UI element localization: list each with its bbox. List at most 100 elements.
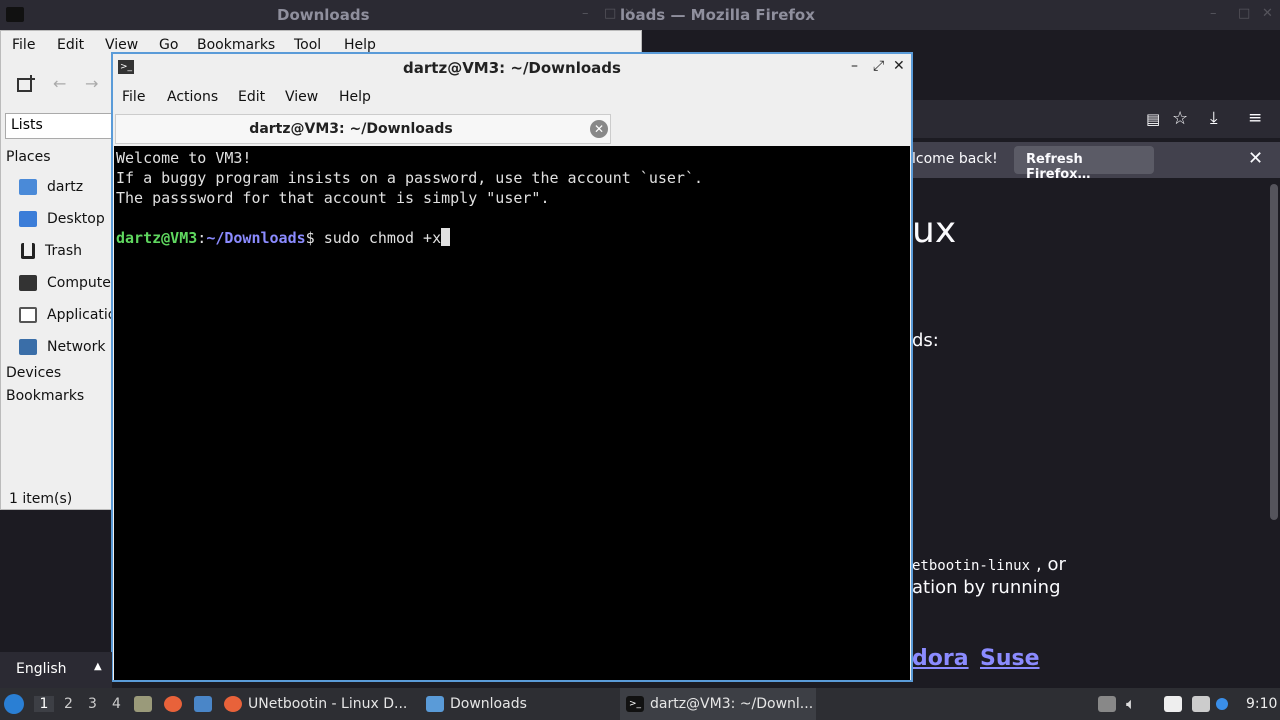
menu-help[interactable]: Help xyxy=(339,89,371,105)
page-content: ux ds: etbootin-linux , or ation by runn… xyxy=(912,180,1272,688)
tab-label: dartz@VM3: ~/Downloads xyxy=(249,121,453,137)
menu-edit[interactable]: Edit xyxy=(238,89,265,105)
menu-go[interactable]: Go xyxy=(159,37,178,53)
desktop-icon xyxy=(19,211,37,227)
link-fedora[interactable]: dora xyxy=(912,646,969,671)
status-bar: 1 item(s) xyxy=(9,491,73,507)
devices-heading[interactable]: Devices xyxy=(6,365,61,381)
notification-bar: lcome back! Refresh Firefox… ✕ xyxy=(912,142,1280,182)
file-manager-icon xyxy=(134,696,152,712)
lists-selector[interactable]: Lists xyxy=(5,113,113,139)
desktop-icon xyxy=(194,696,212,712)
menu-help[interactable]: Help xyxy=(344,37,376,53)
firefox-window: ▤ ☆ ⤓ ≡ lcome back! Refresh Firefox… ✕ u… xyxy=(912,100,1280,688)
volume-icon: 🔈︎ xyxy=(1126,694,1136,713)
firefox-title: loads — Mozilla Firefox xyxy=(620,6,815,24)
start-menu-icon xyxy=(4,694,24,714)
page-text: , or xyxy=(1036,554,1066,575)
menu-bookmarks[interactable]: Bookmarks xyxy=(197,37,275,53)
workspace-3[interactable]: 3 xyxy=(88,696,97,712)
close-icon[interactable]: ✕ xyxy=(1262,6,1273,21)
tray-network[interactable] xyxy=(1192,688,1216,720)
firefox-icon xyxy=(164,696,182,712)
sidebar-item-trash[interactable]: Trash xyxy=(19,239,113,263)
minimize-icon[interactable]: – xyxy=(851,58,858,74)
sidebar-item-desktop[interactable]: Desktop xyxy=(19,207,113,231)
language-indicator[interactable]: English ▲ xyxy=(0,652,112,688)
workspace-4[interactable]: 4 xyxy=(112,696,121,712)
folder-icon xyxy=(6,7,24,22)
minimize-icon[interactable]: – xyxy=(582,6,589,21)
menu-view[interactable]: View xyxy=(285,89,318,105)
prompt-line: dartz@VM3:~/Downloads$ sudo chmod +x xyxy=(116,228,908,248)
home-icon xyxy=(19,179,37,195)
sidebar-item-applications[interactable]: Applicatio xyxy=(19,303,113,327)
page-heading: ux xyxy=(912,210,957,251)
terminal-line: If a buggy program insists on a password… xyxy=(116,169,703,187)
top-window-bar: Downloads – □ ✕ loads — Mozilla Firefox … xyxy=(0,0,1280,30)
clock[interactable]: 9:10 xyxy=(1246,696,1277,712)
maximize-icon[interactable]: ⤢ xyxy=(873,58,884,74)
scrollbar[interactable] xyxy=(1270,184,1278,520)
prompt-dollar: $ xyxy=(305,229,324,247)
terminal-output[interactable]: Welcome to VM3! If a buggy program insist… xyxy=(114,146,910,680)
maximize-icon[interactable]: □ xyxy=(1238,6,1250,21)
terminal-line: Welcome to VM3! xyxy=(116,149,252,167)
reader-view-icon[interactable]: ▤ xyxy=(1146,110,1160,128)
forward-icon[interactable]: → xyxy=(85,74,98,93)
trash-icon xyxy=(21,243,35,259)
menu-file[interactable]: File xyxy=(12,37,35,53)
quicklaunch-files[interactable] xyxy=(134,688,158,720)
sidebar-item-computer[interactable]: Compute xyxy=(19,271,113,295)
terminal-menubar: File Actions Edit View Help xyxy=(113,86,911,110)
menu-view[interactable]: View xyxy=(105,37,138,53)
network-icon xyxy=(1192,696,1210,712)
prompt-path: ~/Downloads xyxy=(206,229,306,247)
new-tab-icon[interactable] xyxy=(17,75,35,93)
back-icon[interactable]: ← xyxy=(53,74,66,93)
sidebar-item-dartz[interactable]: dartz xyxy=(19,175,113,199)
workspace-2[interactable]: 2 xyxy=(64,696,73,712)
menu-actions[interactable]: Actions xyxy=(167,89,218,105)
refresh-firefox-button[interactable]: Refresh Firefox… xyxy=(1014,146,1154,182)
bookmark-star-icon[interactable]: ☆ xyxy=(1172,108,1188,129)
sidebar-item-network[interactable]: Network xyxy=(19,335,113,359)
applications-icon xyxy=(19,307,37,323)
menu-edit[interactable]: Edit xyxy=(57,37,84,53)
start-menu-button[interactable] xyxy=(4,688,30,720)
terminal-tab[interactable]: dartz@VM3: ~/Downloads ✕ xyxy=(115,114,611,144)
tray-volume[interactable]: 🔈︎ xyxy=(1126,688,1136,720)
terminal-titlebar[interactable]: >_ dartz@VM3: ~/Downloads – ⤢ ✕ xyxy=(113,54,911,82)
close-tab-icon[interactable]: ✕ xyxy=(590,120,608,138)
quicklaunch-firefox[interactable] xyxy=(164,688,188,720)
menu-file[interactable]: File xyxy=(122,89,145,105)
terminal-line: The passsword for that account is simply… xyxy=(116,189,550,207)
notification-icon xyxy=(1216,698,1228,710)
task-downloads[interactable]: Downloads xyxy=(426,688,616,720)
menu-tool[interactable]: Tool xyxy=(294,37,321,53)
tray-clipboard[interactable] xyxy=(1164,688,1188,720)
close-icon[interactable]: ✕ xyxy=(1248,148,1263,169)
tray-updates[interactable] xyxy=(1098,688,1122,720)
task-terminal[interactable]: >_ dartz@VM3: ~/Downl... xyxy=(620,688,816,720)
close-icon[interactable]: ✕ xyxy=(893,58,905,74)
task-firefox[interactable]: UNetbootin - Linux D... xyxy=(224,688,420,720)
places-heading: Places xyxy=(6,149,51,165)
file-manager-title: Downloads xyxy=(277,6,370,24)
terminal-title: dartz@VM3: ~/Downloads xyxy=(403,59,621,77)
bookmarks-heading[interactable]: Bookmarks xyxy=(6,388,84,404)
command-input[interactable]: sudo chmod +x xyxy=(324,229,441,247)
hamburger-menu-icon[interactable]: ≡ xyxy=(1248,108,1262,128)
page-text: ds: xyxy=(912,330,939,351)
minimize-icon[interactable]: – xyxy=(1210,6,1217,21)
network-icon xyxy=(19,339,37,355)
quicklaunch-desktop[interactable] xyxy=(194,688,218,720)
prompt-user: dartz@VM3 xyxy=(116,229,198,247)
link-suse[interactable]: Suse xyxy=(980,646,1040,671)
tray-notifications[interactable] xyxy=(1216,688,1234,720)
computer-icon xyxy=(19,275,37,291)
workspace-1[interactable]: 1 xyxy=(34,696,54,712)
download-icon[interactable]: ⤓ xyxy=(1210,108,1218,128)
maximize-icon[interactable]: □ xyxy=(604,6,616,21)
firefox-icon xyxy=(224,696,242,712)
